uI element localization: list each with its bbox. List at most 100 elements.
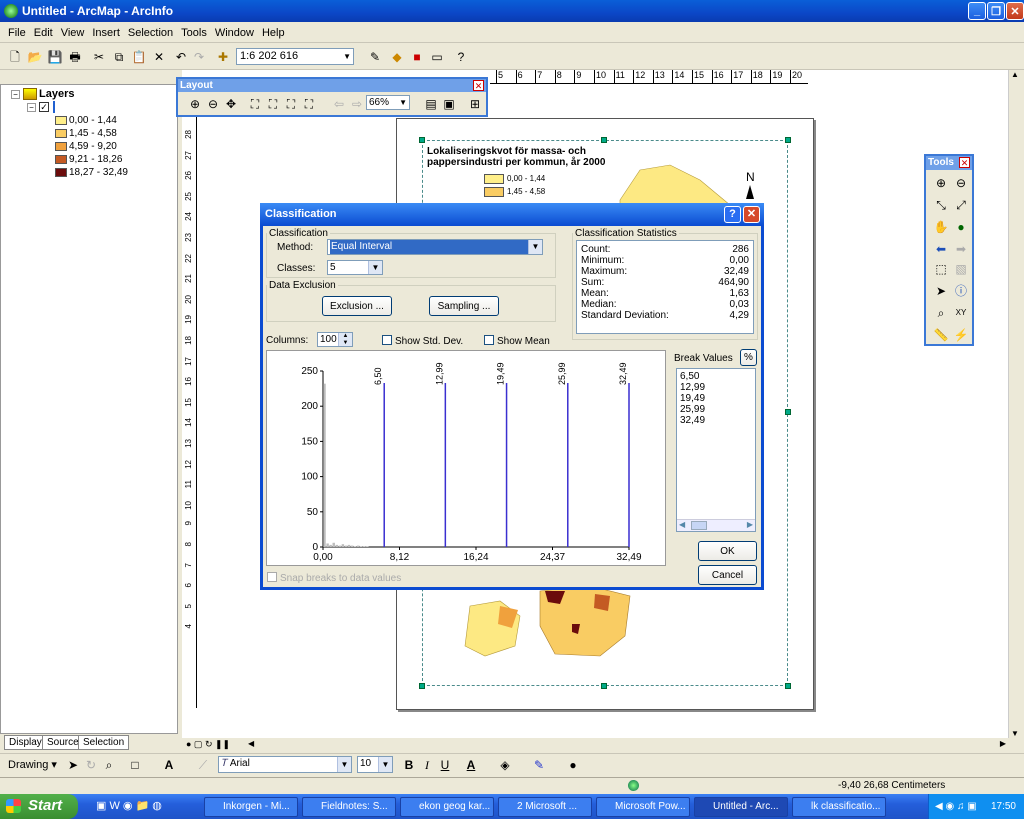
selection-handle[interactable] xyxy=(419,683,425,689)
collapse-icon[interactable]: − xyxy=(27,103,36,112)
full-extent-icon[interactable]: ● xyxy=(952,218,970,236)
print-icon[interactable]: 🖶 xyxy=(66,48,84,66)
identify-icon[interactable]: ⓘ xyxy=(952,282,970,300)
tab-display[interactable]: Display xyxy=(4,735,47,750)
paste-icon[interactable]: 📋 xyxy=(130,48,148,66)
redo-icon[interactable]: ↷ xyxy=(190,48,208,66)
menu-insert[interactable]: Insert xyxy=(88,27,124,39)
map-scale-combo[interactable]: 1:6 202 616 ▼ xyxy=(236,48,354,65)
vertical-scrollbar[interactable]: ▲ ▼ xyxy=(1008,70,1024,738)
view-toggle-icon[interactable]: ● ▢ ↻ ❚❚ xyxy=(186,739,230,750)
histogram-chart[interactable]: 2502001501005000,00 8,12 16,24 24,37 32,496,… xyxy=(267,351,667,567)
font-select[interactable]: Ꭲ Arial ▼ xyxy=(218,756,352,773)
method-select[interactable]: Equal Interval ▼ xyxy=(327,239,543,255)
select-elements-icon[interactable]: ➤ xyxy=(64,756,82,774)
task-excel[interactable]: 2 Microsoft ... xyxy=(498,797,592,817)
next-extent-icon[interactable]: ➡ xyxy=(952,240,970,258)
break-values-list[interactable]: 6,50 12,99 19,49 25,99 32,49 ◀ ▶ xyxy=(676,368,756,532)
collapse-icon[interactable]: − xyxy=(11,90,20,99)
pan-icon[interactable]: ✋ xyxy=(932,218,950,236)
fixed-zoom-in-icon[interactable]: ⛶ xyxy=(282,95,300,113)
task-arcmap[interactable]: Untitled - Arc... xyxy=(694,797,788,817)
help-icon[interactable]: ? xyxy=(724,206,741,223)
selection-handle[interactable] xyxy=(601,683,607,689)
hyperlink-icon[interactable]: ⚡ xyxy=(952,326,970,344)
close-icon[interactable]: ✕ xyxy=(743,206,760,223)
task-explorer[interactable]: ekon geog kar... xyxy=(400,797,494,817)
tab-selection[interactable]: Selection xyxy=(78,735,130,750)
horizontal-scrollbar[interactable]: ◀ ▶ xyxy=(677,519,755,531)
quick-launch-icons[interactable]: ▣ W ◉ 📁 ◍ xyxy=(96,799,162,812)
classes-select[interactable]: 5 ▼ xyxy=(327,260,383,275)
pan-icon[interactable]: ✥ xyxy=(222,95,240,113)
close-icon[interactable]: ✕ xyxy=(473,80,484,91)
task-fieldnotes[interactable]: Fieldnotes: S... xyxy=(302,797,396,817)
show-mean-checkbox[interactable] xyxy=(484,335,494,345)
sampling-button[interactable]: Sampling ... xyxy=(429,296,499,316)
zoom-out-icon[interactable]: ⊖ xyxy=(204,95,222,113)
menu-view[interactable]: View xyxy=(57,27,89,39)
scroll-right-icon[interactable]: ▶ xyxy=(747,520,753,529)
selection-handle[interactable] xyxy=(785,409,791,415)
menu-help[interactable]: Help xyxy=(258,27,289,39)
layout-zoom-combo[interactable]: 66% ▼ xyxy=(366,95,410,110)
forward-icon[interactable]: ⇨ xyxy=(348,95,366,113)
fixed-zoom-out-icon[interactable]: ⛶ xyxy=(300,95,318,113)
italic-icon[interactable]: I xyxy=(418,756,436,774)
line-color-icon[interactable]: ✎ xyxy=(530,756,548,774)
new-icon[interactable]: 🗋 xyxy=(6,48,24,66)
task-powerpoint[interactable]: Microsoft Pow... xyxy=(596,797,690,817)
undo-icon[interactable]: ↶ xyxy=(172,48,190,66)
rotate-icon[interactable]: ↻ xyxy=(82,756,100,774)
break-value[interactable]: 12,99 xyxy=(680,382,705,393)
scroll-left-icon[interactable]: ◀ xyxy=(679,520,685,529)
selection-handle[interactable] xyxy=(601,137,607,143)
layer-visibility-checkbox[interactable]: ✓ xyxy=(39,102,49,112)
toggle-draft-icon[interactable]: ▤ xyxy=(422,95,440,113)
menu-selection[interactable]: Selection xyxy=(124,27,177,39)
histogram-panel[interactable]: 250 200 150 100 50 0 0,00 8,12 16,24 24,37 32,49 6,… xyxy=(266,350,666,566)
arctoolbox-icon[interactable]: ◆ xyxy=(388,48,406,66)
zoom-out-icon[interactable]: ⊖ xyxy=(952,174,970,192)
break-value[interactable]: 25,99 xyxy=(680,404,705,415)
previous-extent-icon[interactable]: ⬅ xyxy=(932,240,950,258)
go-to-xy-icon[interactable]: XY xyxy=(952,304,970,322)
menu-tools[interactable]: Tools xyxy=(177,27,211,39)
command-line-icon[interactable]: ▭ xyxy=(428,48,446,66)
break-value[interactable]: 6,50 xyxy=(680,371,705,382)
selection-handle[interactable] xyxy=(419,137,425,143)
close-icon[interactable]: ✕ xyxy=(959,157,970,168)
break-value[interactable]: 19,49 xyxy=(680,393,705,404)
add-data-icon[interactable]: ✚ xyxy=(214,48,232,66)
whats-this-icon[interactable]: ? xyxy=(452,48,470,66)
break-value[interactable]: 32,49 xyxy=(680,415,705,426)
exclusion-button[interactable]: Exclusion ... xyxy=(322,296,392,316)
drawing-menu[interactable]: Drawing ▾ xyxy=(8,758,57,771)
zoom-100-icon[interactable]: ⛶ xyxy=(264,95,282,113)
menu-edit[interactable]: Edit xyxy=(30,27,57,39)
fixed-zoom-in-icon[interactable]: ⤡ xyxy=(932,196,950,214)
font-size-select[interactable]: 10 ▼ xyxy=(357,756,393,773)
zoom-in-icon[interactable]: ⊕ xyxy=(186,95,204,113)
zoom-in-icon[interactable]: ⊕ xyxy=(932,174,950,192)
close-button[interactable]: ✕ xyxy=(1006,2,1024,20)
cancel-button[interactable]: Cancel xyxy=(698,565,757,585)
measure-icon[interactable]: 📏 xyxy=(932,326,950,344)
scroll-left-icon[interactable]: ◀ xyxy=(248,739,254,748)
selection-handle[interactable] xyxy=(785,683,791,689)
task-outlook[interactable]: Inkorgen - Mi... xyxy=(204,797,298,817)
menu-window[interactable]: Window xyxy=(211,27,258,39)
layer-name-edit[interactable] xyxy=(53,101,55,113)
zoom-to-selected-icon[interactable]: ⌕ xyxy=(100,756,118,774)
toolbox-icon[interactable]: ■ xyxy=(408,48,426,66)
fixed-zoom-out-icon[interactable]: ⤢ xyxy=(952,196,970,214)
underline-icon[interactable]: U xyxy=(436,756,454,774)
select-elements-icon[interactable]: ➤ xyxy=(932,282,950,300)
snap-breaks-checkbox[interactable] xyxy=(267,572,277,582)
clear-selection-icon[interactable]: ▧ xyxy=(952,260,970,278)
columns-spinner[interactable]: 100 ▲ ▼ xyxy=(317,332,353,347)
horizontal-scrollbar[interactable]: ● ▢ ↻ ❚❚ ◀ ▶ xyxy=(182,738,1008,752)
new-text-icon[interactable]: A xyxy=(160,756,178,774)
edit-vertices-icon[interactable]: ⟋ xyxy=(194,756,212,774)
save-icon[interactable]: 💾 xyxy=(46,48,64,66)
